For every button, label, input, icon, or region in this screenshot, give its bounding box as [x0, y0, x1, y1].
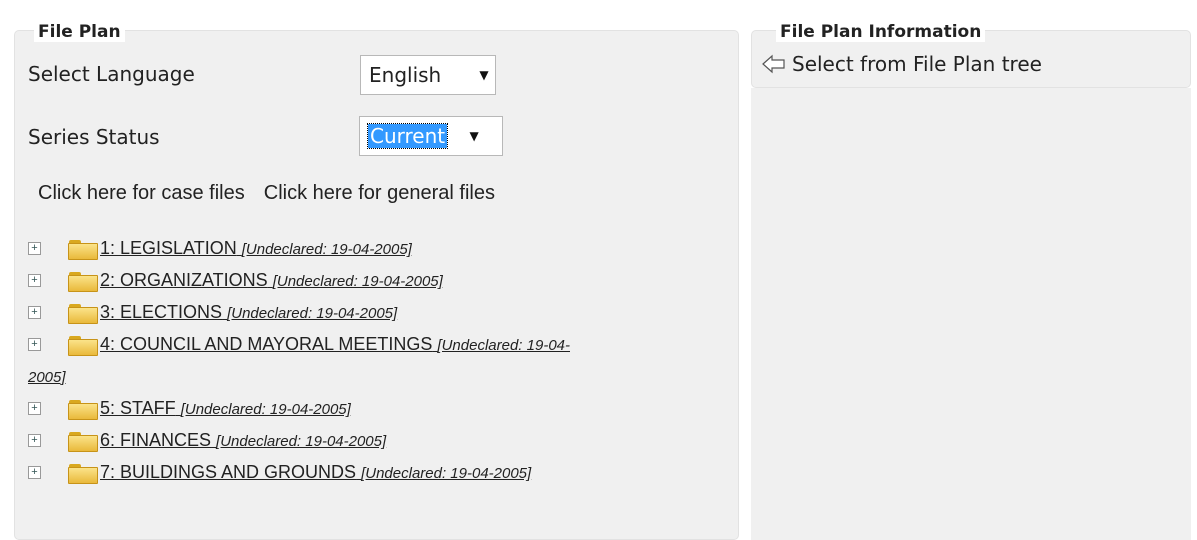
expand-icon[interactable]: +	[28, 306, 41, 319]
tree-node-link[interactable]: 5: STAFF [Undeclared: 19-04-2005]	[100, 398, 351, 418]
series-status-select[interactable]: Current ▼	[359, 116, 503, 156]
tree-node-link[interactable]: 1: LEGISLATION [Undeclared: 19-04-2005]	[100, 238, 412, 258]
info-hint-text: Select from File Plan tree	[792, 52, 1042, 76]
file-plan-title: File Plan	[34, 22, 125, 42]
expand-icon[interactable]: +	[28, 274, 41, 287]
tree-node[interactable]: + 1: LEGISLATION [Undeclared: 19-04-2005…	[28, 233, 728, 265]
tree-node[interactable]: + 2: ORGANIZATIONS [Undeclared: 19-04-20…	[28, 265, 728, 297]
tree-node[interactable]: + 6: FINANCES [Undeclared: 19-04-2005]	[28, 425, 728, 457]
tree-node-link[interactable]: 6: FINANCES [Undeclared: 19-04-2005]	[100, 430, 386, 450]
chevron-down-icon[interactable]: ▼	[473, 68, 495, 82]
folder-icon	[68, 400, 98, 420]
folder-icon	[68, 464, 98, 484]
folder-icon	[68, 272, 98, 292]
info-panel-title: File Plan Information	[776, 22, 986, 42]
language-label: Select Language	[28, 62, 195, 86]
chevron-down-icon[interactable]: ▼	[463, 129, 485, 143]
tree-node[interactable]: + 5: STAFF [Undeclared: 19-04-2005]	[28, 393, 728, 425]
tree-node-meta: [Undeclared: 19-04-2005]	[241, 241, 412, 258]
tree-node-meta-cont[interactable]: 2005]	[28, 369, 66, 386]
language-select-value: English	[369, 63, 442, 87]
arrow-left-icon	[762, 54, 785, 74]
file-links: Click here for case files Click here for…	[38, 182, 495, 205]
tree-node-meta: [Undeclared: 19-04-2005]	[180, 401, 351, 418]
tree-node-title: 3: ELECTIONS	[100, 302, 223, 322]
tree-node-meta: [Undeclared: 19-04-2005]	[216, 433, 387, 450]
expand-icon[interactable]: +	[28, 434, 41, 447]
expand-icon[interactable]: +	[28, 466, 41, 479]
tree-node-title: 2: ORGANIZATIONS	[100, 270, 268, 290]
tree-node-meta: [Undeclared: 19-04-2005]	[272, 273, 443, 290]
tree-node-link[interactable]: 2: ORGANIZATIONS [Undeclared: 19-04-2005…	[100, 270, 443, 290]
tree-node-title: 1: LEGISLATION	[100, 238, 237, 258]
folder-icon	[68, 240, 98, 260]
info-hint: Select from File Plan tree	[762, 52, 1042, 76]
expand-icon[interactable]: +	[28, 242, 41, 255]
folder-icon	[68, 304, 98, 324]
tree-node-meta: [Undeclared: 19-04-2005]	[361, 465, 532, 482]
general-files-link[interactable]: Click here for general files	[264, 182, 495, 205]
tree-node-title: 7: BUILDINGS AND GROUNDS	[100, 462, 357, 482]
case-files-link[interactable]: Click here for case files	[38, 182, 245, 205]
tree-node-title: 5: STAFF	[100, 398, 176, 418]
series-status-select-value: Current	[366, 123, 449, 149]
tree-node[interactable]: + 3: ELECTIONS [Undeclared: 19-04-2005]	[28, 297, 728, 329]
folder-icon	[68, 336, 98, 356]
tree-node-title: 4: COUNCIL AND MAYORAL MEETINGS	[100, 334, 433, 354]
folder-icon	[68, 432, 98, 452]
tree-node-title: 6: FINANCES	[100, 430, 212, 450]
language-select[interactable]: English ▼	[360, 55, 496, 95]
tree-node-meta: [Undeclared: 19-04-	[437, 337, 570, 354]
series-status-label: Series Status	[28, 125, 160, 149]
tree-node[interactable]: + 4: COUNCIL AND MAYORAL MEETINGS [Undec…	[28, 329, 728, 393]
tree-node-meta: [Undeclared: 19-04-2005]	[227, 305, 398, 322]
tree-node[interactable]: + 7: BUILDINGS AND GROUNDS [Undeclared: …	[28, 457, 728, 489]
tree-node-link[interactable]: 4: COUNCIL AND MAYORAL MEETINGS [Undecla…	[100, 334, 570, 354]
expand-icon[interactable]: +	[28, 338, 41, 351]
tree-node-link[interactable]: 7: BUILDINGS AND GROUNDS [Undeclared: 19…	[100, 462, 531, 482]
tree-node-link[interactable]: 3: ELECTIONS [Undeclared: 19-04-2005]	[100, 302, 397, 322]
file-plan-tree: + 1: LEGISLATION [Undeclared: 19-04-2005…	[28, 233, 728, 489]
info-panel-body	[751, 88, 1191, 540]
expand-icon[interactable]: +	[28, 402, 41, 415]
